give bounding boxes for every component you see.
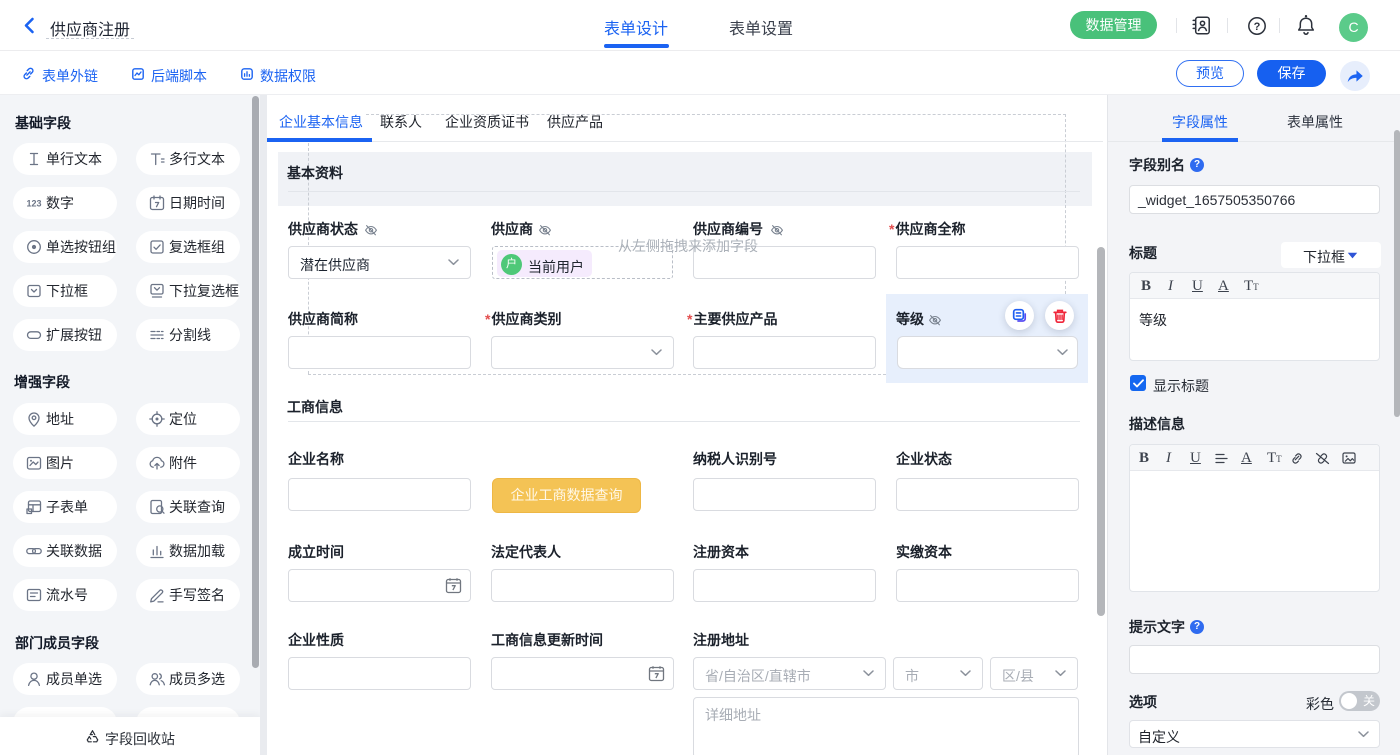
svg-text:?: ? [1254,21,1261,33]
svg-text:123: 123 [26,199,41,209]
